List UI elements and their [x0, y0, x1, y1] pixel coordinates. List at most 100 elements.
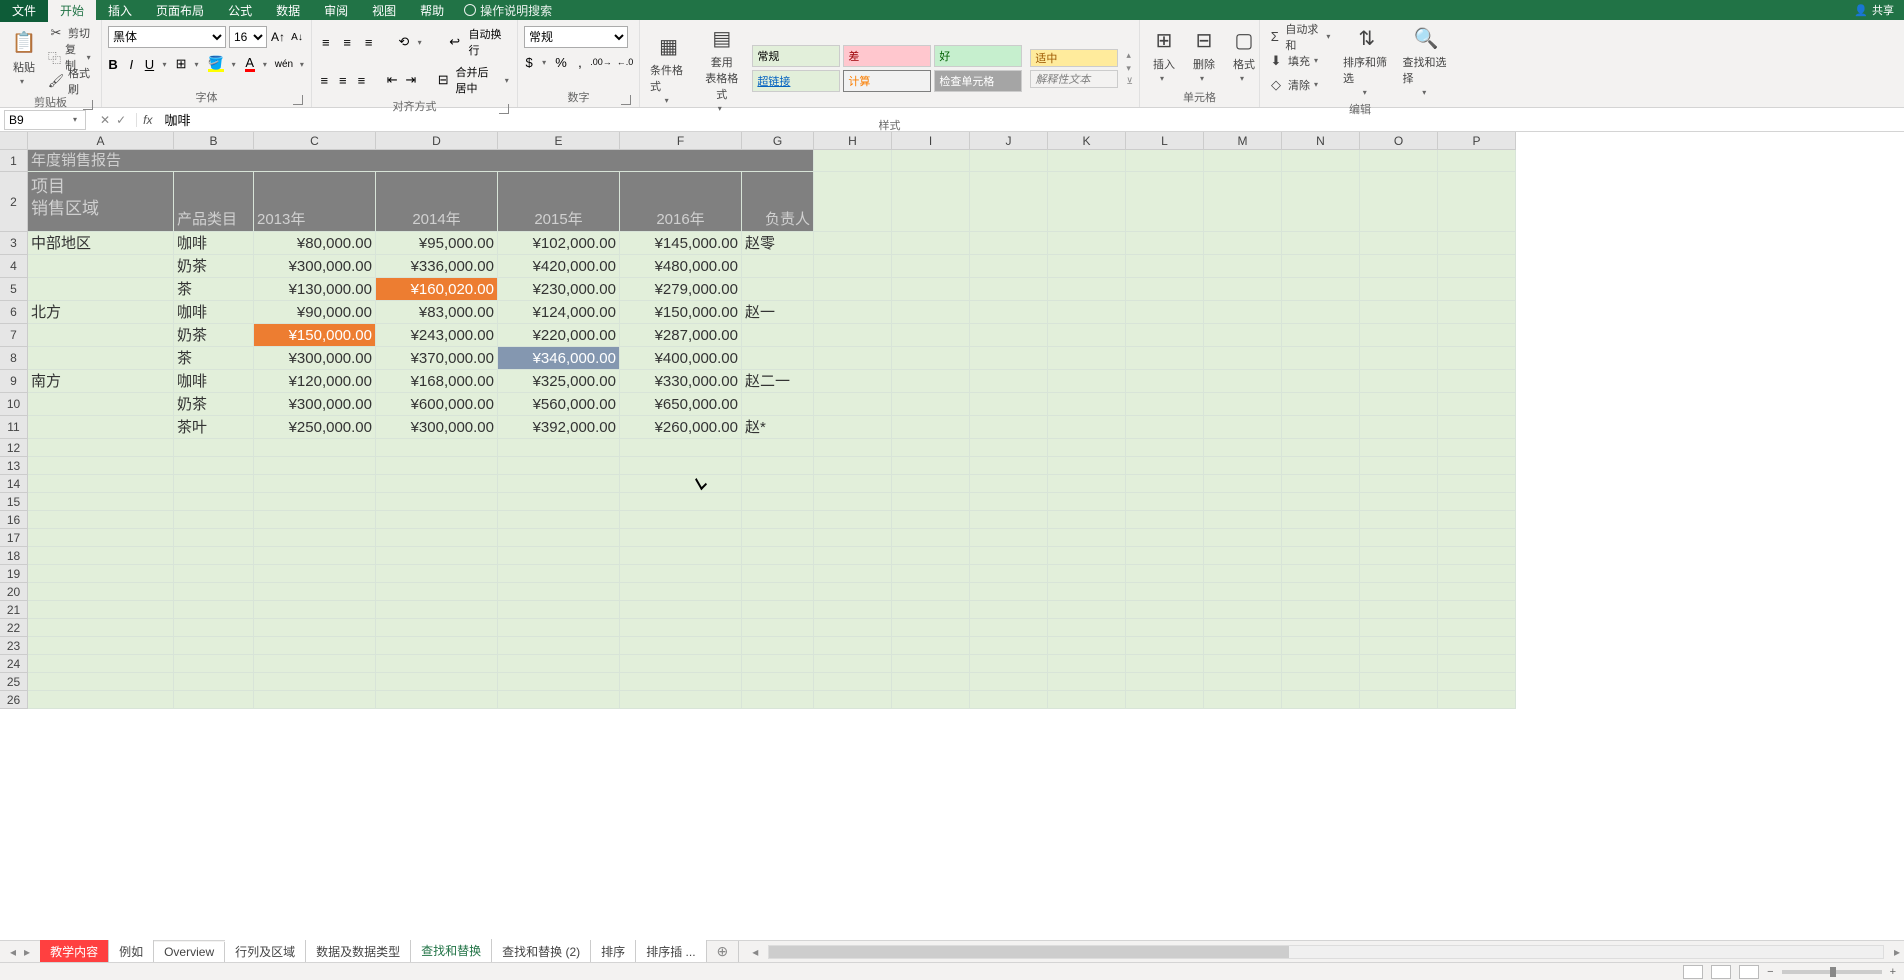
cell-F21[interactable] — [620, 601, 742, 619]
cell-I26[interactable] — [892, 691, 970, 709]
cell-D14[interactable] — [376, 475, 498, 493]
cell-L16[interactable] — [1126, 511, 1204, 529]
phonetic-button[interactable]: wén — [276, 56, 292, 72]
cell-L17[interactable] — [1126, 529, 1204, 547]
cell-K17[interactable] — [1048, 529, 1126, 547]
cell-H19[interactable] — [814, 565, 892, 583]
cell-E26[interactable] — [498, 691, 620, 709]
cell-M3[interactable] — [1204, 232, 1282, 255]
cell-J10[interactable] — [970, 393, 1048, 416]
format-painter-button[interactable]: 🖌格式刷 — [46, 70, 95, 92]
name-box-dropdown-icon[interactable]: ▾ — [73, 115, 81, 124]
cell-M12[interactable] — [1204, 439, 1282, 457]
cell-P3[interactable] — [1438, 232, 1516, 255]
decrease-indent-icon[interactable]: ⇤ — [386, 72, 399, 88]
cell-O21[interactable] — [1360, 601, 1438, 619]
cell-D2[interactable]: 2014年 — [376, 172, 498, 232]
cell-N20[interactable] — [1282, 583, 1360, 601]
cell-I10[interactable] — [892, 393, 970, 416]
cell-F20[interactable] — [620, 583, 742, 601]
cell-P12[interactable] — [1438, 439, 1516, 457]
cell-G5[interactable] — [742, 278, 814, 301]
cell-P1[interactable] — [1438, 150, 1516, 172]
cell-D4[interactable]: ¥336,000.00 — [376, 255, 498, 278]
cell-P25[interactable] — [1438, 673, 1516, 691]
cell-J24[interactable] — [970, 655, 1048, 673]
font-size-combo[interactable]: 16 — [229, 26, 267, 48]
percent-icon[interactable]: % — [555, 54, 567, 70]
col-header-P[interactable]: P — [1438, 132, 1516, 150]
cell-E19[interactable] — [498, 565, 620, 583]
cell-P20[interactable] — [1438, 583, 1516, 601]
cell-G21[interactable] — [742, 601, 814, 619]
align-left-icon[interactable]: ≡ — [318, 72, 331, 88]
cell-K1[interactable] — [1048, 150, 1126, 172]
cell-O7[interactable] — [1360, 324, 1438, 347]
cell-H20[interactable] — [814, 583, 892, 601]
cell-F12[interactable] — [620, 439, 742, 457]
cell-C5[interactable]: ¥130,000.00 — [254, 278, 376, 301]
cell-A12[interactable] — [28, 439, 174, 457]
cell-K11[interactable] — [1048, 416, 1126, 439]
cell-G18[interactable] — [742, 547, 814, 565]
currency-icon[interactable]: $ — [524, 54, 534, 70]
cell-E23[interactable] — [498, 637, 620, 655]
cell-E20[interactable] — [498, 583, 620, 601]
cell-F14[interactable] — [620, 475, 742, 493]
clipboard-dialog-launcher[interactable] — [83, 100, 93, 110]
cell-E3[interactable]: ¥102,000.00 — [498, 232, 620, 255]
decrease-decimal-icon[interactable]: ←.0 — [617, 54, 633, 70]
cell-B22[interactable] — [174, 619, 254, 637]
cell-F13[interactable] — [620, 457, 742, 475]
cell-A25[interactable] — [28, 673, 174, 691]
cell-M1[interactable] — [1204, 150, 1282, 172]
cell-N15[interactable] — [1282, 493, 1360, 511]
style-hyperlink[interactable]: 超链接 — [752, 70, 840, 92]
cell-N16[interactable] — [1282, 511, 1360, 529]
cell-P17[interactable] — [1438, 529, 1516, 547]
row-header-25[interactable]: 25 — [0, 673, 28, 691]
number-format-combo[interactable]: 常规 — [524, 26, 628, 48]
row-headers[interactable]: 1234567891011121314151617181920212223242… — [0, 150, 28, 709]
cell-H12[interactable] — [814, 439, 892, 457]
zoom-slider[interactable] — [1782, 970, 1882, 974]
cell-K15[interactable] — [1048, 493, 1126, 511]
cell-G8[interactable] — [742, 347, 814, 370]
cell-H17[interactable] — [814, 529, 892, 547]
cell-I25[interactable] — [892, 673, 970, 691]
share-button[interactable]: 👤 共享 — [1844, 2, 1904, 18]
cell-M2[interactable] — [1204, 172, 1282, 232]
cell-B6[interactable]: 咖啡 — [174, 301, 254, 324]
cell-C22[interactable] — [254, 619, 376, 637]
cell-N10[interactable] — [1282, 393, 1360, 416]
cell-J16[interactable] — [970, 511, 1048, 529]
increase-decimal-icon[interactable]: .00→ — [593, 54, 609, 70]
cell-J13[interactable] — [970, 457, 1048, 475]
col-header-C[interactable]: C — [254, 132, 376, 150]
cell-I17[interactable] — [892, 529, 970, 547]
font-color-button[interactable]: A — [245, 56, 255, 72]
cell-M21[interactable] — [1204, 601, 1282, 619]
cell-F15[interactable] — [620, 493, 742, 511]
cell-K26[interactable] — [1048, 691, 1126, 709]
cell-J26[interactable] — [970, 691, 1048, 709]
cell-M26[interactable] — [1204, 691, 1282, 709]
conditional-format-button[interactable]: ▦条件格式▾ — [646, 30, 691, 107]
cell-N18[interactable] — [1282, 547, 1360, 565]
cell-I9[interactable] — [892, 370, 970, 393]
cell-J19[interactable] — [970, 565, 1048, 583]
cell-C3[interactable]: ¥80,000.00 — [254, 232, 376, 255]
cell-C26[interactable] — [254, 691, 376, 709]
cell-O3[interactable] — [1360, 232, 1438, 255]
cell-L20[interactable] — [1126, 583, 1204, 601]
cell-F17[interactable] — [620, 529, 742, 547]
cell-L1[interactable] — [1126, 150, 1204, 172]
cell-I5[interactable] — [892, 278, 970, 301]
cell-G20[interactable] — [742, 583, 814, 601]
cell-F25[interactable] — [620, 673, 742, 691]
cell-N23[interactable] — [1282, 637, 1360, 655]
cell-M17[interactable] — [1204, 529, 1282, 547]
cell-H21[interactable] — [814, 601, 892, 619]
cell-G12[interactable] — [742, 439, 814, 457]
col-header-L[interactable]: L — [1126, 132, 1204, 150]
